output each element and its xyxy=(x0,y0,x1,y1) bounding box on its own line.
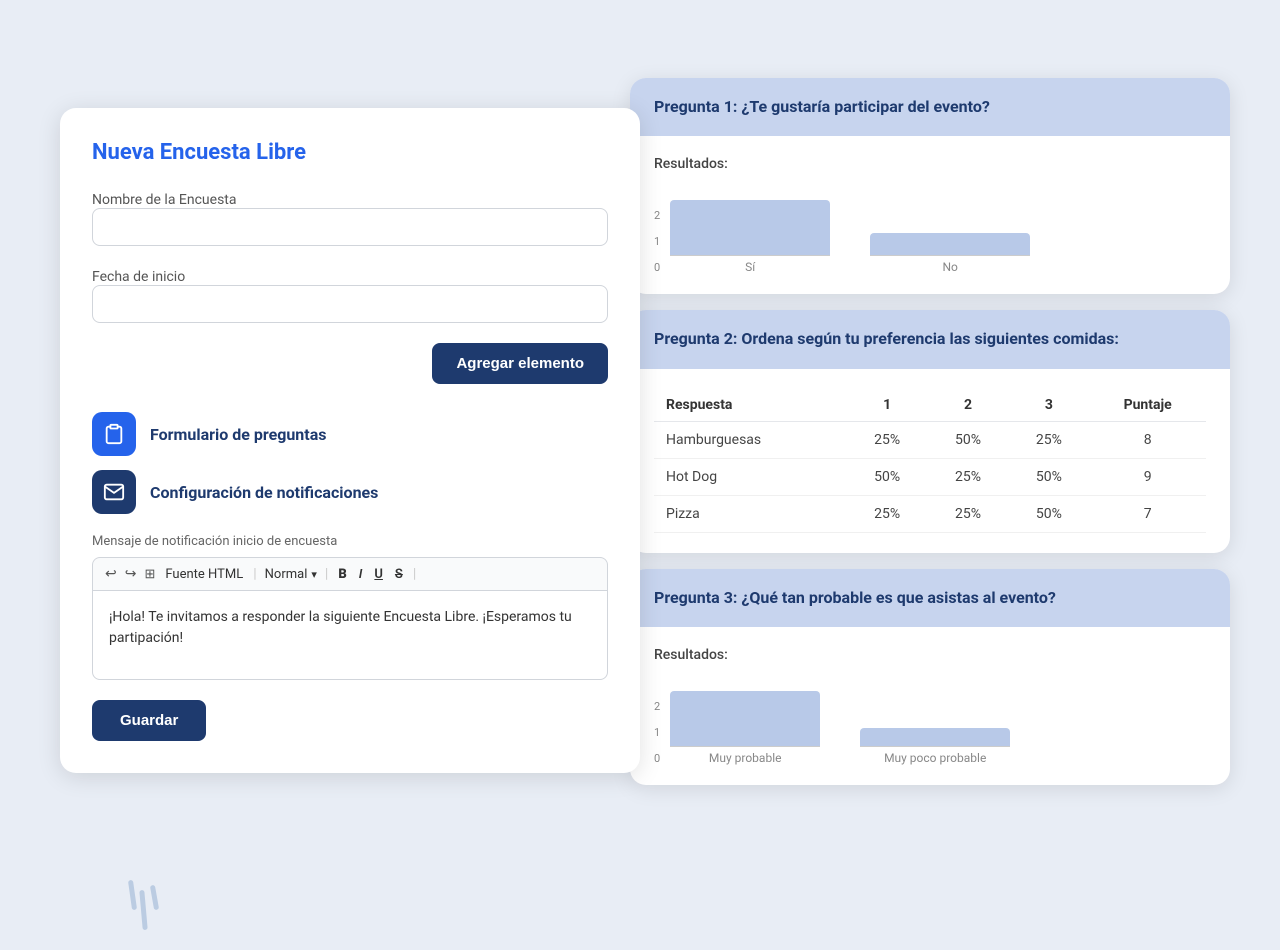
row-hotdog-c2: 25% xyxy=(928,458,1009,495)
editor-toolbar: ↩ ↪ ⊞ Fuente HTML | Normal ▾ | B I U S | xyxy=(92,557,608,590)
bar-si xyxy=(670,200,830,255)
left-panel: Nueva Encuesta Libre Nombre de la Encues… xyxy=(60,108,640,773)
q3-results-label: Resultados: xyxy=(654,647,1206,663)
row-hamburguesas-c3: 25% xyxy=(1008,421,1089,458)
row-hamburguesas-c1: 25% xyxy=(847,421,928,458)
row-hamburguesas-c2: 50% xyxy=(928,421,1009,458)
bar-muy-poco-probable xyxy=(860,728,1010,746)
card-body-q3: Resultados: 0 1 2 Muy probable xyxy=(630,627,1230,785)
card-header-q3: Pregunta 3: ¿Qué tan probable es que asi… xyxy=(630,569,1230,627)
bar-muy-probable xyxy=(670,691,820,746)
name-label: Nombre de la Encuesta xyxy=(92,192,236,208)
nav-form-label: Formulario de preguntas xyxy=(150,425,326,444)
row-hotdog-c1: 50% xyxy=(847,458,928,495)
col-respuesta: Respuesta xyxy=(654,389,847,422)
editor-body[interactable]: ¡Hola! Te invitamos a responder la sigui… xyxy=(92,590,608,680)
table-row: Hamburguesas 25% 50% 25% 8 xyxy=(654,421,1206,458)
row-hotdog-score: 9 xyxy=(1089,458,1206,495)
card-body-q2: Respuesta 1 2 3 Puntaje Hamburguesas 25%… xyxy=(630,369,1230,553)
bar-no xyxy=(870,233,1030,255)
sep2: | xyxy=(325,566,328,582)
add-element-button[interactable]: Agregar elemento xyxy=(432,343,608,384)
source-label[interactable]: Fuente HTML xyxy=(163,567,245,582)
sep1: | xyxy=(253,566,256,582)
q3-y-axis-1: 1 xyxy=(654,726,660,739)
start-date-input[interactable] xyxy=(92,285,608,323)
row-pizza-name: Pizza xyxy=(654,495,847,532)
decorative-squiggle xyxy=(130,880,157,930)
card-header-q2: Pregunta 2: Ordena según tu preferencia … xyxy=(630,310,1230,368)
strikethrough-button[interactable]: S xyxy=(393,567,405,582)
bold-button[interactable]: B xyxy=(336,567,348,582)
format-dropdown[interactable]: Normal ▾ xyxy=(265,567,317,582)
result-card-q1: Pregunta 1: ¿Te gustaría participar del … xyxy=(630,78,1230,294)
result-card-q3: Pregunta 3: ¿Qué tan probable es que asi… xyxy=(630,569,1230,785)
clipboard-icon xyxy=(92,412,136,456)
y-axis-1: 1 xyxy=(654,235,660,248)
nav-item-notif[interactable]: Configuración de notificaciones xyxy=(92,470,608,514)
right-panels: Pregunta 1: ¿Te gustaría participar del … xyxy=(630,78,1230,785)
row-hamburguesas-name: Hamburguesas xyxy=(654,421,847,458)
q3-y-axis-0: 0 xyxy=(654,752,660,765)
card-body-q1: Resultados: 0 1 2 Sí No xyxy=(630,136,1230,294)
q2-table: Respuesta 1 2 3 Puntaje Hamburguesas 25%… xyxy=(654,389,1206,533)
card-header-q1: Pregunta 1: ¿Te gustaría participar del … xyxy=(630,78,1230,136)
row-pizza-c3: 50% xyxy=(1008,495,1089,532)
nav-notif-label: Configuración de notificaciones xyxy=(150,483,378,502)
survey-name-input[interactable] xyxy=(92,208,608,246)
y-axis-2: 2 xyxy=(654,209,660,222)
mail-icon xyxy=(92,470,136,514)
table-row: Pizza 25% 25% 50% 7 xyxy=(654,495,1206,532)
q1-title: Pregunta 1: ¿Te gustaría participar del … xyxy=(654,96,1206,118)
bar-muy-probable-label: Muy probable xyxy=(709,751,782,765)
panel-title: Nueva Encuesta Libre xyxy=(92,140,608,165)
italic-button[interactable]: I xyxy=(357,567,365,582)
bar-muy-poco-probable-label: Muy poco probable xyxy=(884,751,986,765)
col-1: 1 xyxy=(847,389,928,422)
row-pizza-c1: 25% xyxy=(847,495,928,532)
row-hotdog-c3: 50% xyxy=(1008,458,1089,495)
table-header-row: Respuesta 1 2 3 Puntaje xyxy=(654,389,1206,422)
q2-title: Pregunta 2: Ordena según tu preferencia … xyxy=(654,328,1206,350)
y-axis-0: 0 xyxy=(654,261,660,274)
chevron-down-icon: ▾ xyxy=(311,568,317,581)
undo-icon[interactable]: ↩ xyxy=(105,566,117,582)
row-pizza-c2: 25% xyxy=(928,495,1009,532)
notif-section-label: Mensaje de notificación inicio de encues… xyxy=(92,534,608,549)
row-pizza-score: 7 xyxy=(1089,495,1206,532)
save-button[interactable]: Guardar xyxy=(92,700,206,741)
format-value: Normal xyxy=(265,567,308,582)
row-hotdog-name: Hot Dog xyxy=(654,458,847,495)
q1-results-label: Resultados: xyxy=(654,156,1206,172)
col-2: 2 xyxy=(928,389,1009,422)
underline-button[interactable]: U xyxy=(372,567,385,582)
table-row: Hot Dog 50% 25% 50% 9 xyxy=(654,458,1206,495)
q3-y-axis-2: 2 xyxy=(654,700,660,713)
result-card-q2: Pregunta 2: Ordena según tu preferencia … xyxy=(630,310,1230,552)
col-3: 3 xyxy=(1008,389,1089,422)
bar-si-label: Sí xyxy=(745,260,755,274)
source-icon[interactable]: ⊞ xyxy=(144,567,155,582)
row-hamburguesas-score: 8 xyxy=(1089,421,1206,458)
col-puntaje: Puntaje xyxy=(1089,389,1206,422)
bar-no-label: No xyxy=(942,260,957,274)
q3-title: Pregunta 3: ¿Qué tan probable es que asi… xyxy=(654,587,1206,609)
nav-item-form[interactable]: Formulario de preguntas xyxy=(92,412,608,456)
redo-icon[interactable]: ↪ xyxy=(125,566,137,582)
date-label: Fecha de inicio xyxy=(92,269,185,285)
editor-content: ¡Hola! Te invitamos a responder la sigui… xyxy=(109,609,572,646)
sep3: | xyxy=(413,566,416,582)
